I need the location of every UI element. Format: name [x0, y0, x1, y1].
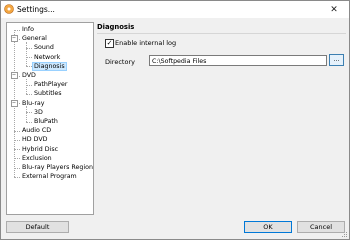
- tree-item-hybrid-disc[interactable]: Hybrid Disc: [21, 145, 59, 154]
- app-icon: [4, 4, 14, 14]
- window-title: Settings...: [17, 5, 55, 14]
- tree-connector: [13, 140, 20, 141]
- tree-item-label: Network: [34, 53, 61, 61]
- directory-label: Directory: [105, 58, 135, 66]
- tree-item-label: Blu-ray Players Region: [22, 164, 93, 171]
- tree-connector: [25, 106, 27, 122]
- tree-connector: [25, 41, 27, 67]
- tree-item-general[interactable]: General: [21, 34, 48, 43]
- tree-item-blupath[interactable]: BluPath: [33, 117, 59, 126]
- tree-item-info[interactable]: Info: [21, 25, 35, 34]
- tree-item-blu-ray-players-region[interactable]: Blu-ray Players Region: [21, 163, 93, 172]
- tree-item-label: Info: [22, 26, 34, 33]
- tree-item-label: General: [22, 35, 47, 43]
- tree-item-sound[interactable]: Sound: [33, 43, 55, 52]
- tree-item-diagnosis[interactable]: Diagnosis: [32, 61, 67, 71]
- collapse-toggle-icon[interactable]: −: [10, 99, 18, 107]
- section-title: Diagnosis: [97, 23, 135, 31]
- tree-connector: [25, 66, 32, 68]
- resize-grip-icon[interactable]: [340, 230, 348, 238]
- tree-item-label: HD DVD: [22, 136, 48, 144]
- ok-button[interactable]: OK: [244, 221, 292, 233]
- tree-item-dvd[interactable]: DVD: [21, 71, 37, 80]
- settings-tree: Info − General Sound Network Diagnosis − DVD Pat…: [6, 22, 94, 215]
- tree-connector: [25, 84, 32, 86]
- tree-connector: [13, 176, 20, 178]
- tree-item-label: DVD: [22, 72, 36, 79]
- diagnosis-panel: Diagnosis ✓ Enable internal log Director…: [97, 22, 346, 213]
- tree-connector: [25, 57, 32, 59]
- tree-item-label: 3D: [34, 108, 43, 116]
- close-button[interactable]: ✕: [319, 1, 349, 18]
- tree-item-blu-ray[interactable]: Blu-ray: [21, 99, 46, 108]
- default-button[interactable]: Default: [6, 221, 69, 233]
- tree-connector: [25, 94, 32, 95]
- tree-item-network[interactable]: Network: [33, 53, 61, 62]
- tree-item-label: Diagnosis: [32, 61, 67, 71]
- tree-connector: [13, 29, 20, 31]
- cancel-button[interactable]: Cancel: [297, 221, 345, 233]
- tree-connector: [25, 78, 27, 94]
- enable-log-label[interactable]: Enable internal log: [115, 38, 176, 48]
- tree-connector: [25, 48, 32, 49]
- tree-connector: [25, 112, 32, 114]
- section-divider: [97, 33, 346, 34]
- tree-connector: [25, 121, 32, 123]
- enable-log-checkbox[interactable]: ✓: [105, 39, 114, 48]
- tree-connector: [13, 158, 20, 160]
- tree-item-label: Hybrid Disc: [22, 145, 59, 153]
- tree-item-audio-cd[interactable]: Audio CD: [21, 126, 52, 135]
- tree-item-label: Audio CD: [22, 127, 52, 135]
- tree-item-label: Sound: [34, 44, 54, 52]
- tree-connector: [13, 149, 20, 151]
- close-icon: ✕: [330, 4, 338, 15]
- tree-item-label: BluPath: [34, 118, 58, 125]
- tree-item-label: Subtitles: [34, 90, 62, 98]
- collapse-toggle-icon[interactable]: −: [10, 72, 18, 80]
- tree-item-pathplayer[interactable]: PathPlayer: [33, 80, 68, 89]
- tree-item-exclusion[interactable]: Exclusion: [21, 154, 53, 163]
- collapse-toggle-icon[interactable]: −: [10, 35, 18, 43]
- tree-item-label: Blu-ray: [22, 99, 45, 107]
- title-bar: Settings... ✕: [1, 1, 349, 18]
- tree-item-3d[interactable]: 3D: [33, 108, 44, 117]
- tree-item-label: Exclusion: [22, 154, 52, 162]
- tree-item-label: External Program: [22, 173, 77, 181]
- checkmark-icon: ✓: [106, 39, 113, 47]
- directory-field[interactable]: C:\Softpedia Files: [149, 55, 327, 66]
- settings-window: Settings... ✕ Info − General Sound Network Di…: [0, 0, 350, 240]
- tree-connector: [13, 167, 20, 169]
- tree-item-hd-dvd[interactable]: HD DVD: [21, 135, 48, 144]
- tree-item-external-program[interactable]: External Program: [21, 172, 78, 181]
- browse-button[interactable]: ...: [329, 54, 344, 66]
- tree-item-subtitles[interactable]: Subtitles: [33, 89, 63, 98]
- tree-item-label: PathPlayer: [34, 81, 68, 89]
- tree-connector: [13, 130, 20, 132]
